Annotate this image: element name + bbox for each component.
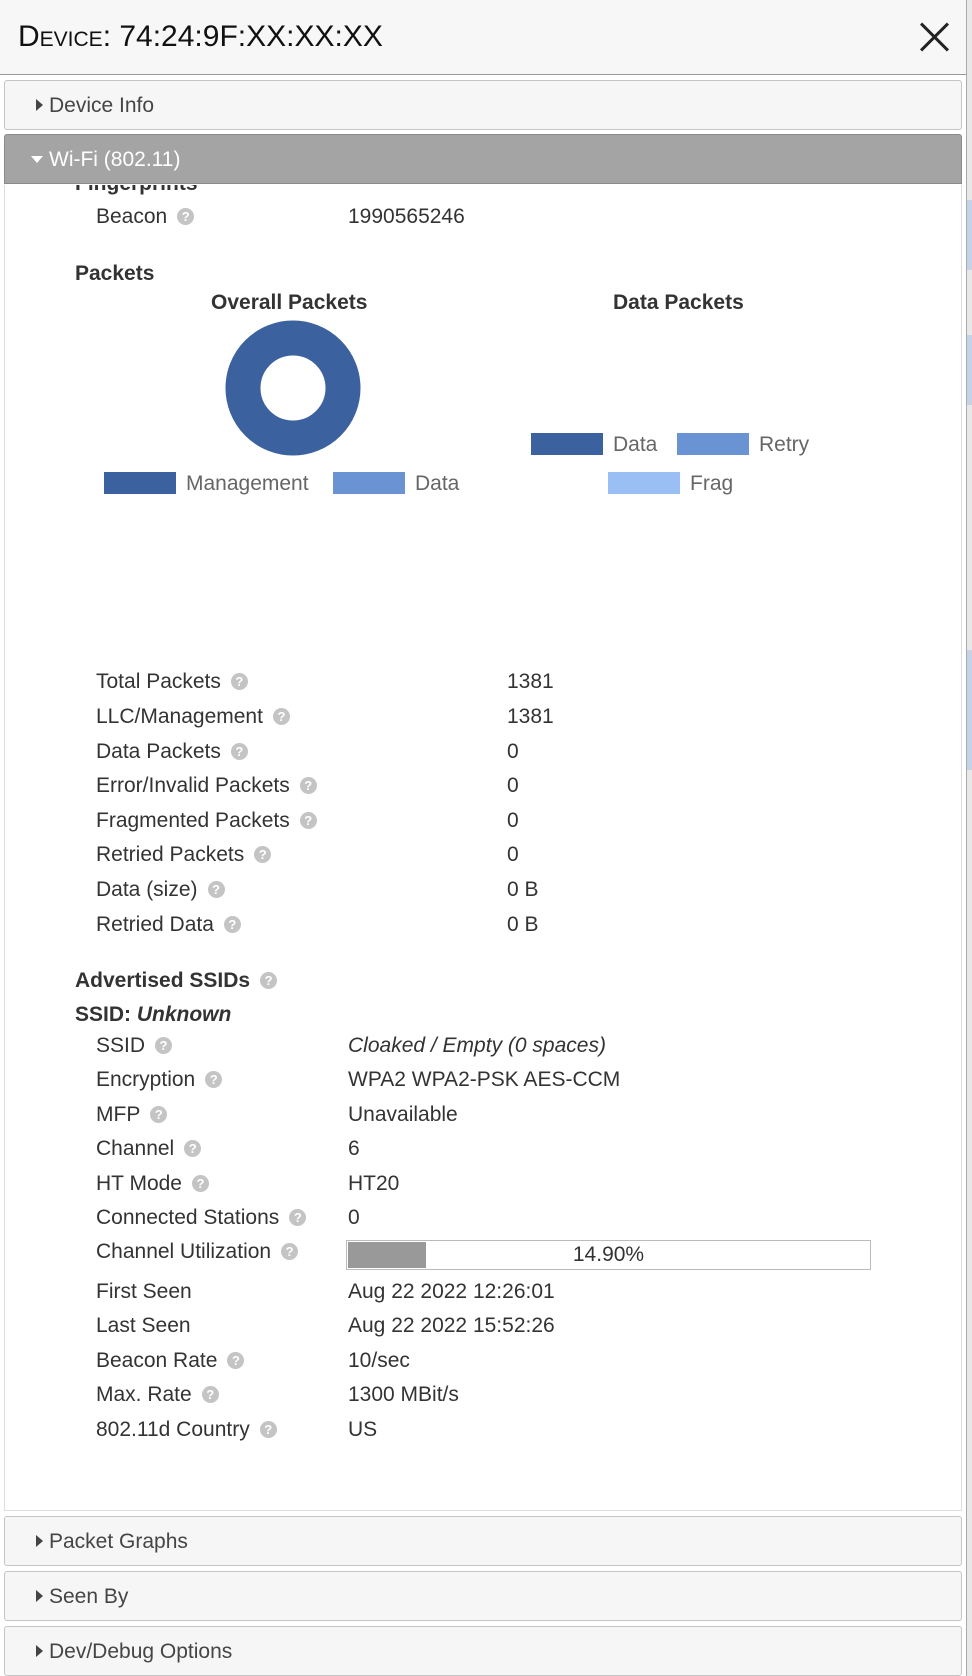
data-packets-title: Data Packets: [613, 291, 744, 314]
help-icon[interactable]: ?: [223, 916, 241, 933]
dialog-title-prefix: Device: [18, 20, 103, 53]
ssid-field-label: Max. Rate?: [96, 1383, 219, 1407]
wifi-panel: Fingerprints Beacon? 1990565246 Packets …: [4, 185, 962, 1511]
ssid-field-label: Beacon Rate?: [96, 1349, 245, 1373]
accordion-device-info[interactable]: Device Info: [4, 80, 962, 130]
stat-label: Total Packets?: [96, 670, 248, 694]
help-icon[interactable]: ?: [289, 1209, 307, 1226]
overall-packets-donut: [225, 320, 361, 456]
help-icon[interactable]: ?: [227, 1352, 245, 1369]
stat-value: 0: [507, 809, 519, 832]
help-icon[interactable]: ?: [260, 972, 278, 989]
ssid-field-label: First Seen: [96, 1280, 192, 1303]
accordion-dev-debug[interactable]: Dev/Debug Options: [4, 1626, 962, 1676]
accordion-seen-by-label: Seen By: [49, 1585, 129, 1608]
caret-right-icon: [36, 99, 43, 111]
ssid-field-value: 10/sec: [348, 1349, 410, 1372]
accordion-seen-by[interactable]: Seen By: [4, 1571, 962, 1621]
overall-packets-title: Overall Packets: [211, 291, 368, 314]
stat-value: 0: [507, 740, 519, 763]
ssid-field-label: Encryption?: [96, 1068, 223, 1092]
caret-down-icon: [31, 156, 43, 163]
ssid-heading: SSID: Unknown: [75, 1003, 232, 1026]
ssid-field-value: 6: [348, 1137, 360, 1160]
dialog-title: Device: 74:24:9F:XX:XX:XX: [18, 20, 383, 54]
stat-label: Retried Packets?: [96, 843, 272, 867]
dialog-titlebar: Device: 74:24:9F:XX:XX:XX: [0, 0, 966, 75]
help-icon[interactable]: ?: [299, 777, 317, 794]
ssid-field-value: Cloaked / Empty (0 spaces): [348, 1034, 606, 1057]
ssid-field-value: 1300 MBit/s: [348, 1383, 459, 1406]
accordion-wifi[interactable]: Wi-Fi (802.11): [4, 134, 962, 184]
ssid-field-label: 802.11d Country?: [96, 1418, 277, 1442]
help-icon[interactable]: ?: [281, 1243, 299, 1260]
help-icon[interactable]: ?: [272, 708, 290, 725]
ssid-field-value: Aug 22 2022 15:52:26: [348, 1314, 555, 1337]
channel-utilization-bar: 14.90%: [346, 1240, 871, 1270]
stat-label: Data Packets?: [96, 740, 248, 764]
accordion-dev-debug-label: Dev/Debug Options: [49, 1640, 233, 1663]
ssid-field-label: Channel?: [96, 1137, 202, 1161]
channel-utilization-value: 14.90%: [572, 1243, 645, 1266]
ssid-field-label: Channel Utilization?: [96, 1240, 299, 1264]
ssid-name: Unknown: [136, 1003, 232, 1026]
device-details-dialog: Device: 74:24:9F:XX:XX:XX Device Info Wi…: [0, 0, 967, 1676]
stat-value: 0: [507, 843, 519, 866]
stat-value: 0 B: [507, 878, 539, 901]
ssid-field-label: MFP?: [96, 1103, 168, 1127]
stat-label: Error/Invalid Packets?: [96, 774, 317, 798]
accordion-packet-graphs[interactable]: Packet Graphs: [4, 1516, 962, 1566]
help-icon[interactable]: ?: [201, 1386, 219, 1403]
help-icon[interactable]: ?: [177, 208, 195, 225]
stat-value: 1381: [507, 705, 554, 728]
help-icon[interactable]: ?: [155, 1037, 173, 1054]
ssid-field-value: HT20: [348, 1172, 400, 1195]
ssid-field-value: WPA2 WPA2-PSK AES-CCM: [348, 1068, 621, 1091]
stat-value: 0 B: [507, 913, 539, 936]
help-icon[interactable]: ?: [259, 1421, 277, 1438]
dialog-title-mac: : 74:24:9F:XX:XX:XX: [102, 20, 383, 53]
help-icon[interactable]: ?: [184, 1140, 202, 1157]
ssid-field-value: Aug 22 2022 12:26:01: [348, 1280, 555, 1303]
help-icon[interactable]: ?: [205, 1071, 223, 1088]
stat-value: 0: [507, 774, 519, 797]
ssid-field-label: HT Mode?: [96, 1172, 209, 1196]
stat-value: 1381: [507, 670, 554, 693]
advertised-ssids-heading: Advertised SSIDs?: [75, 969, 278, 993]
accordion-device-info-label: Device Info: [49, 94, 155, 117]
fingerprints-heading: Fingerprints: [75, 185, 198, 196]
caret-right-icon: [36, 1535, 43, 1547]
accordion-packet-graphs-label: Packet Graphs: [49, 1530, 188, 1553]
caret-right-icon: [36, 1590, 43, 1602]
help-icon[interactable]: ?: [230, 673, 248, 690]
stat-label: Retried Data?: [96, 913, 241, 937]
stat-label: Data (size)?: [96, 878, 225, 902]
help-icon[interactable]: ?: [254, 846, 272, 863]
ssid-field-label: Last Seen: [96, 1314, 191, 1337]
ssid-field-label: SSID?: [96, 1034, 173, 1058]
accordion-wifi-label: Wi-Fi (802.11): [49, 148, 181, 171]
help-icon[interactable]: ?: [207, 881, 225, 898]
packets-heading: Packets: [75, 262, 155, 285]
beacon-value: 1990565246: [348, 205, 465, 228]
caret-right-icon: [36, 1645, 43, 1657]
beacon-label: Beacon?: [96, 205, 195, 229]
ssid-field-value: US: [348, 1418, 378, 1441]
help-icon[interactable]: ?: [230, 743, 248, 760]
stat-label: LLC/Management?: [96, 705, 290, 729]
help-icon[interactable]: ?: [150, 1106, 168, 1123]
ssid-field-value: 0: [348, 1206, 360, 1229]
stat-label: Fragmented Packets?: [96, 809, 317, 833]
donut-slice-management: [225, 320, 361, 456]
ssid-field-label: Connected Stations?: [96, 1206, 307, 1230]
close-icon[interactable]: [916, 18, 954, 56]
ssid-field-value: Unavailable: [348, 1103, 458, 1126]
help-icon[interactable]: ?: [191, 1175, 209, 1192]
help-icon[interactable]: ?: [299, 812, 317, 829]
